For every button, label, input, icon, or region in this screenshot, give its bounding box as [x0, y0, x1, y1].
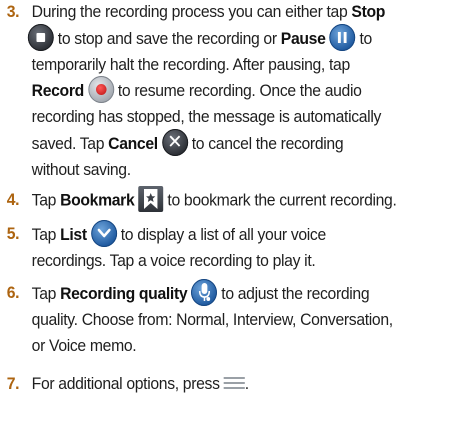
step-body: During the recording process you can eit…	[27, 0, 469, 183]
step-text: or Voice memo.	[31, 336, 137, 355]
step-text: quality. Choose from: Normal, Interview,…	[31, 311, 393, 329]
step-text: For additional options, press	[31, 375, 224, 393]
step-text: temporarily halt the recording. After pa…	[31, 55, 351, 74]
stop-icon	[27, 23, 54, 51]
step-text: to stop and save the recording or	[53, 29, 281, 48]
recording-quality-label: Recording quality	[60, 284, 188, 303]
step-text: saved. Tap	[31, 134, 109, 153]
record-icon	[87, 76, 114, 103]
step-text: .	[244, 375, 249, 393]
step-body: Tap List to display a list of all your v…	[31, 220, 469, 275]
pause-icon	[329, 23, 356, 51]
step-text: Tap	[31, 284, 61, 303]
menu-icon	[223, 376, 245, 391]
step-number: 4.	[6, 191, 20, 209]
bookmark-icon	[138, 186, 164, 212]
list-chevron-icon	[90, 220, 117, 247]
instruction-document: 3. During the recording process you can …	[0, 0, 475, 424]
bookmark-label: Bookmark	[60, 191, 135, 210]
step-number: 5.	[6, 225, 20, 243]
step-body: Tap Bookmark to bookmark the current rec…	[31, 186, 469, 214]
step-text: to	[355, 29, 372, 48]
step-text: Tap	[31, 191, 61, 210]
pause-label: Pause	[280, 29, 326, 48]
step-text: without saving.	[31, 160, 131, 179]
step-text: During the recording process you can eit…	[31, 3, 352, 21]
step-text: recording has stopped, the message is au…	[31, 108, 382, 126]
cancel-label: Cancel	[108, 134, 158, 153]
step-number: 3.	[6, 3, 20, 21]
step-text: to adjust the recording	[217, 284, 370, 303]
record-label: Record	[31, 81, 85, 100]
step-text: to bookmark the current recording.	[163, 191, 397, 210]
step-text: to cancel the recording	[187, 134, 344, 153]
step-number: 7.	[6, 375, 20, 393]
step-text: to resume recording. Once the audio	[113, 81, 362, 100]
step-number: 6.	[6, 284, 20, 302]
list-label: List	[60, 225, 87, 244]
step-text: to display a list of all your voice	[116, 225, 326, 244]
cancel-icon: ✕	[161, 128, 188, 156]
step-body: For additional options, press .	[32, 372, 469, 398]
step-body: Tap Recording quality to adjust the reco…	[31, 279, 469, 359]
step-text: Tap	[31, 225, 61, 244]
stop-label: Stop	[351, 3, 386, 21]
microphone-settings-icon	[191, 279, 218, 306]
step-text: recordings. Tap a voice recording to pla…	[31, 252, 316, 270]
